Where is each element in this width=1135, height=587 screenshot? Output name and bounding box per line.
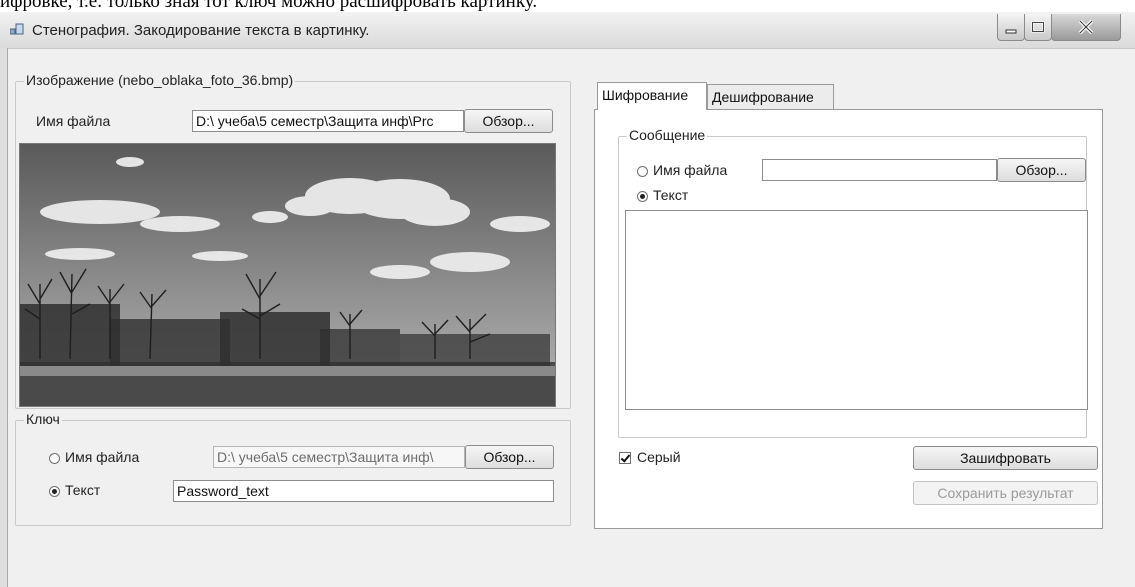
maximize-icon <box>1031 21 1045 33</box>
message-file-radio[interactable] <box>637 166 648 177</box>
key-file-label[interactable]: Имя файла <box>65 449 139 465</box>
key-file-radio[interactable] <box>49 453 60 464</box>
gray-checkbox[interactable] <box>619 452 631 464</box>
message-text-label[interactable]: Текст <box>653 187 688 203</box>
image-preview <box>19 143 556 407</box>
message-browse-button[interactable]: Обзор... <box>997 158 1086 182</box>
close-button[interactable] <box>1051 14 1121 41</box>
image-browse-button[interactable]: Обзор... <box>464 109 553 133</box>
app-window-icon <box>10 23 24 35</box>
window-title: Стенография. Закодирование текста в карт… <box>32 22 370 39</box>
image-filename-label: Имя файла <box>36 113 111 129</box>
key-group-legend: Ключ <box>24 411 62 427</box>
key-text-field[interactable]: Password_text <box>173 480 554 502</box>
minimize-button[interactable] <box>997 14 1025 41</box>
message-text-radio[interactable] <box>637 191 648 202</box>
close-icon <box>1078 19 1094 35</box>
minimize-icon <box>1005 29 1017 34</box>
key-text-radio[interactable] <box>49 486 60 497</box>
message-file-field[interactable] <box>762 159 997 181</box>
key-group: Ключ <box>15 411 571 526</box>
encrypt-button[interactable]: Зашифровать <box>913 446 1098 470</box>
message-group-legend: Сообщение <box>627 127 708 143</box>
title-bar[interactable]: Стенография. Закодирование текста в карт… <box>0 12 1135 49</box>
app-window: Стенография. Закодирование текста в карт… <box>0 12 1135 587</box>
message-textarea[interactable] <box>625 210 1088 410</box>
image-group-legend: Изображение (nebo_oblaka_foto_36.bmp) <box>24 72 296 88</box>
maximize-button[interactable] <box>1024 14 1052 41</box>
window-left-edge <box>0 48 8 587</box>
tab-decryption[interactable]: Дешифрование <box>707 84 834 110</box>
key-file-field[interactable]: D:\ учеба\5 семестр\Защита инф\ <box>213 446 465 468</box>
message-file-label[interactable]: Имя файла <box>653 162 727 178</box>
gray-checkbox-label[interactable]: Серый <box>637 449 681 465</box>
save-result-button[interactable]: Сохранить результат <box>913 481 1098 505</box>
key-browse-button[interactable]: Обзор... <box>465 445 554 469</box>
key-text-label[interactable]: Текст <box>65 482 100 498</box>
image-filename-field[interactable]: D:\ учеба\5 семестр\Защита инф\Prc <box>192 110 464 132</box>
tab-encryption[interactable]: Шифрование <box>597 82 707 110</box>
landscape-photo <box>20 144 555 406</box>
